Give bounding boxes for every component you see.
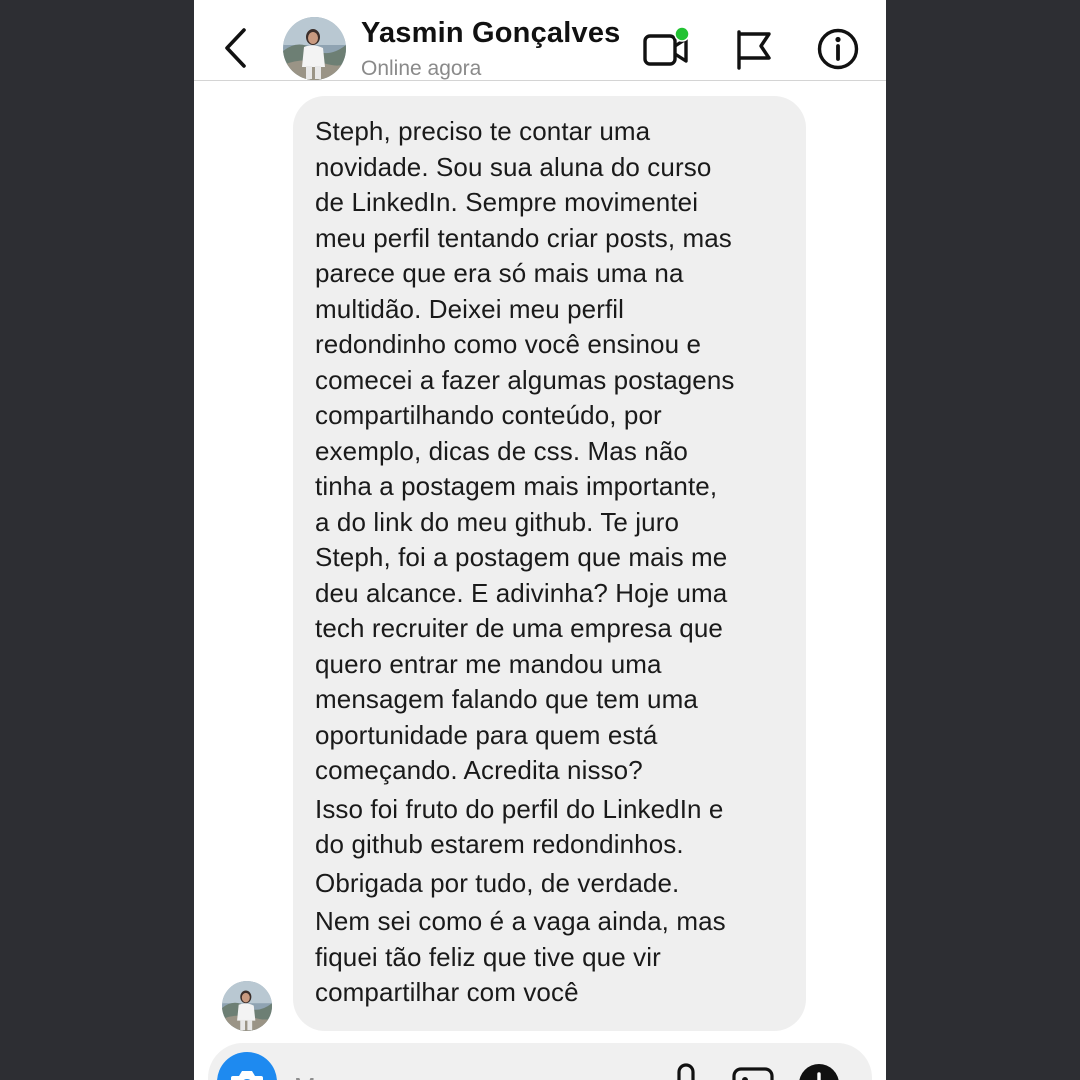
chat-header: Yasmin Gonçalves Online agora bbox=[194, 0, 886, 81]
avatar-photo bbox=[222, 981, 272, 1031]
microphone-button[interactable] bbox=[666, 1061, 706, 1080]
message-composer bbox=[208, 1043, 872, 1080]
contact-status: Online agora bbox=[361, 57, 482, 80]
video-call-icon bbox=[643, 26, 690, 66]
info-button[interactable] bbox=[813, 24, 863, 74]
back-button[interactable] bbox=[216, 24, 256, 72]
message-input[interactable] bbox=[294, 1067, 594, 1080]
camera-button[interactable] bbox=[217, 1052, 277, 1080]
video-call-button[interactable] bbox=[640, 24, 690, 74]
message-text: Steph, preciso te contar uma novidade. S… bbox=[315, 116, 735, 785]
contact-name[interactable]: Yasmin Gonçalves bbox=[361, 17, 621, 50]
report-button[interactable] bbox=[729, 24, 779, 74]
chevron-left-icon bbox=[225, 28, 246, 68]
microphone-icon bbox=[677, 1063, 695, 1080]
contact-avatar[interactable] bbox=[283, 17, 346, 80]
message-text: Obrigada por tudo, de verdade. bbox=[315, 867, 680, 898]
message-text: Isso foi fruto do perfil do LinkedIn e d… bbox=[315, 793, 724, 860]
message-thread: Steph, preciso te contar uma novidade. S… bbox=[194, 81, 886, 1041]
online-indicator bbox=[674, 26, 690, 42]
flag-icon bbox=[737, 30, 771, 70]
sticker-button[interactable] bbox=[796, 1061, 842, 1080]
info-icon bbox=[817, 28, 859, 70]
message-text: Nem sei como é a vaga ainda, mas fiquei … bbox=[315, 906, 726, 1007]
avatar-photo bbox=[283, 17, 346, 80]
camera-icon bbox=[231, 1071, 263, 1080]
gallery-icon bbox=[732, 1067, 774, 1080]
gallery-button[interactable] bbox=[730, 1063, 776, 1080]
message-bubble[interactable]: Steph, preciso te contar uma novidade. S… bbox=[293, 96, 806, 1031]
sender-avatar[interactable] bbox=[222, 981, 272, 1031]
chat-screen: Yasmin Gonçalves Online agora Steph, pre… bbox=[194, 0, 886, 1080]
sticker-icon bbox=[799, 1064, 839, 1080]
